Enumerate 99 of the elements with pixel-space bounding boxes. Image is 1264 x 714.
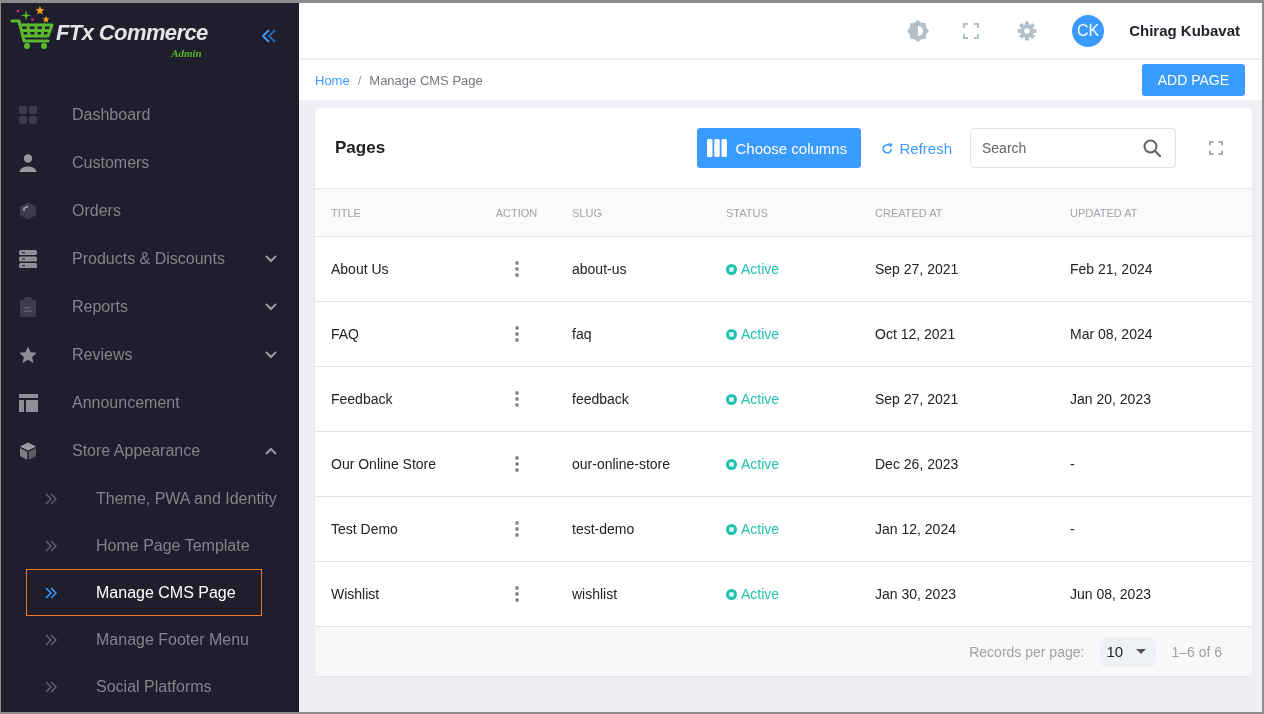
- table-cell: about-us: [556, 236, 710, 302]
- nav-subitem[interactable]: Manage CMS Page: [26, 569, 262, 616]
- nav-item[interactable]: Reports: [1, 283, 299, 331]
- status-label: Active: [741, 326, 780, 342]
- choose-columns-button[interactable]: Choose columns: [697, 128, 862, 168]
- status-label: Active: [741, 456, 780, 472]
- nav-item[interactable]: Products & Discounts: [1, 235, 299, 283]
- nav-subitem[interactable]: Theme, PWA and Identity: [26, 475, 290, 522]
- nav-item[interactable]: Customers: [1, 139, 299, 187]
- column-header: TITLE: [315, 188, 477, 237]
- table-cell: feedback: [556, 366, 710, 432]
- table-cell: Our Online Store: [315, 431, 477, 497]
- grid-icon: [19, 106, 37, 124]
- double-chevron-right-icon: [45, 539, 57, 552]
- table-cell: Wishlist: [315, 561, 477, 627]
- star-icon: [19, 346, 37, 364]
- column-header: SLUG: [556, 188, 710, 237]
- cart-icon: [10, 5, 54, 51]
- column-header: CREATED AT: [859, 188, 1054, 237]
- double-chevron-right-icon: [45, 680, 57, 693]
- table-cell: faq: [556, 301, 710, 367]
- table-cell: FAQ: [315, 301, 477, 367]
- kebab-menu-icon[interactable]: [514, 326, 519, 342]
- nav-item[interactable]: Announcement: [1, 379, 299, 427]
- double-chevron-right-icon: [45, 492, 57, 505]
- clipboard-icon: [19, 297, 37, 317]
- table-cell: Jan 30, 2023: [859, 561, 1054, 627]
- breadcrumb-separator: /: [357, 72, 362, 88]
- status-dot-icon: [726, 393, 737, 405]
- search-icon[interactable]: [1143, 139, 1161, 157]
- kebab-menu-icon[interactable]: [514, 521, 519, 537]
- kebab-menu-icon[interactable]: [514, 586, 519, 602]
- refresh-icon: [882, 142, 894, 154]
- breadcrumb-link[interactable]: Home: [315, 72, 350, 88]
- caret-down-icon: [1136, 649, 1147, 654]
- table-cell: Jan 20, 2023: [1054, 366, 1252, 432]
- table-cell: test-demo: [556, 496, 710, 562]
- column-header: UPDATED AT: [1054, 188, 1252, 237]
- table-cell: Feedback: [315, 366, 477, 432]
- cube-icon: [19, 442, 37, 460]
- status-dot-icon: [726, 263, 737, 275]
- table-cell: Jun 08, 2023: [1054, 561, 1252, 627]
- box-icon: [19, 202, 37, 220]
- settings-icon[interactable]: [1017, 20, 1038, 41]
- search-field[interactable]: Search: [970, 128, 1176, 168]
- user-name[interactable]: Chirag Kubavat: [1129, 22, 1240, 39]
- double-chevron-left-icon[interactable]: [261, 29, 277, 43]
- table-cell: Dec 26, 2023: [859, 431, 1054, 497]
- status-label: Active: [741, 391, 780, 407]
- table-cell: wishlist: [556, 561, 710, 627]
- nav-subitem[interactable]: Manage Footer Menu: [26, 616, 262, 663]
- kebab-menu-icon[interactable]: [514, 261, 519, 277]
- table-cell: Sep 27, 2021: [859, 236, 1054, 302]
- column-header: ACTION: [477, 188, 556, 237]
- columns-icon: [707, 139, 728, 157]
- table-cell: -: [1054, 431, 1252, 497]
- kebab-menu-icon[interactable]: [514, 456, 519, 472]
- column-header: STATUS: [710, 188, 859, 237]
- breadcrumb-current: Manage CMS Page: [369, 72, 483, 88]
- user-avatar[interactable]: CK: [1072, 14, 1105, 47]
- logo-subtitle: Admin: [171, 47, 202, 59]
- nav-item[interactable]: Dashboard: [1, 91, 299, 139]
- table-cell: Feb 21, 2024: [1054, 236, 1252, 302]
- status-dot-icon: [726, 523, 737, 535]
- fullscreen-icon[interactable]: [963, 22, 980, 39]
- table-cell: Test Demo: [315, 496, 477, 562]
- status-dot-icon: [726, 328, 737, 340]
- double-chevron-right-icon: [45, 633, 57, 646]
- contrast-icon[interactable]: [907, 19, 930, 42]
- person-icon: [19, 154, 37, 172]
- nav-item[interactable]: Reviews: [1, 331, 299, 379]
- status-dot-icon: [726, 588, 737, 600]
- table-cell: Mar 08, 2024: [1054, 301, 1252, 367]
- table-cell: About Us: [315, 236, 477, 302]
- status-label: Active: [741, 521, 780, 537]
- table-cell: our-online-store: [556, 431, 710, 497]
- pagination-range: 1–6 of 6: [1171, 643, 1222, 660]
- table-cell: -: [1054, 496, 1252, 562]
- nav-subitem[interactable]: Social Platforms: [26, 663, 262, 710]
- add-page-button[interactable]: ADD PAGE: [1141, 64, 1245, 96]
- table-cell: Jan 12, 2024: [859, 496, 1054, 562]
- table-cell: Oct 12, 2021: [859, 301, 1054, 367]
- rows-per-page-label: Records per page:: [969, 643, 1085, 660]
- nav-item[interactable]: Orders: [1, 187, 299, 235]
- rows-per-page-select[interactable]: 10: [1100, 636, 1157, 667]
- double-chevron-right-icon: [45, 586, 57, 599]
- fullscreen-icon[interactable]: [1209, 141, 1223, 155]
- layout-icon: [19, 394, 38, 412]
- server-icon: [19, 250, 37, 268]
- kebab-menu-icon[interactable]: [514, 391, 519, 407]
- logo-text: FTx Commerce: [56, 19, 208, 47]
- nav-subitem[interactable]: Home Page Template: [26, 522, 263, 569]
- status-dot-icon: [726, 458, 737, 470]
- refresh-button[interactable]: Refresh: [882, 139, 952, 157]
- table-cell: Sep 27, 2021: [859, 366, 1054, 432]
- nav-item[interactable]: Store Appearance: [1, 427, 299, 475]
- status-label: Active: [741, 261, 780, 277]
- status-label: Active: [741, 586, 780, 602]
- card-title: Pages: [335, 138, 386, 158]
